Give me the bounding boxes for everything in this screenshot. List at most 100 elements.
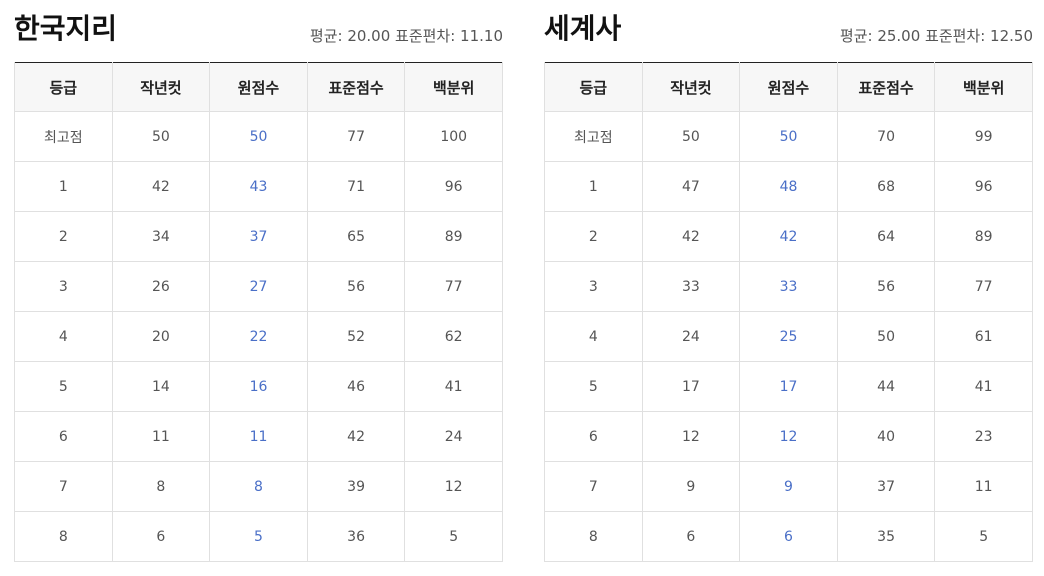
world-history-panel: 세계사 평균: 25.00 표준편차: 12.50 등급 작년컷 원점수 표준점… — [544, 0, 1033, 562]
cell-raw-score: 8 — [209, 461, 308, 512]
cell-grade: 7 — [544, 461, 643, 512]
cell-standard-score: 36 — [307, 511, 406, 562]
table-row: 8 6 6 35 5 — [544, 511, 1033, 562]
cell-percentile: 61 — [934, 311, 1033, 362]
cell-last-year-cut: 6 — [112, 511, 211, 562]
cell-standard-score: 35 — [837, 511, 936, 562]
cell-percentile: 5 — [404, 511, 503, 562]
cell-last-year-cut: 11 — [112, 411, 211, 462]
table-row: 2 34 37 65 89 — [14, 211, 503, 262]
cell-percentile: 99 — [934, 111, 1033, 162]
cell-last-year-cut: 24 — [642, 311, 741, 362]
cell-raw-score: 12 — [739, 411, 838, 462]
cell-standard-score: 71 — [307, 161, 406, 212]
table-row: 6 11 11 42 24 — [14, 411, 503, 462]
cell-last-year-cut: 50 — [112, 111, 211, 162]
cell-percentile: 89 — [934, 211, 1033, 262]
table-row: 3 33 33 56 77 — [544, 261, 1033, 312]
cell-grade: 1 — [14, 161, 113, 212]
grade-cut-table: 등급 작년컷 원점수 표준점수 백분위 최고점 50 50 77 100 1 4 — [14, 62, 503, 562]
cell-raw-score: 9 — [739, 461, 838, 512]
cell-percentile: 12 — [404, 461, 503, 512]
cell-raw-score: 5 — [209, 511, 308, 562]
cell-raw-score: 17 — [739, 361, 838, 412]
cell-standard-score: 70 — [837, 111, 936, 162]
panel-header: 한국지리 평균: 20.00 표준편차: 11.10 — [14, 0, 503, 62]
cell-raw-score: 11 — [209, 411, 308, 462]
cell-standard-score: 39 — [307, 461, 406, 512]
cell-last-year-cut: 8 — [112, 461, 211, 512]
cell-grade: 1 — [544, 161, 643, 212]
table-row: 7 8 8 39 12 — [14, 461, 503, 512]
cell-percentile: 41 — [404, 361, 503, 412]
cell-grade: 최고점 — [14, 111, 113, 162]
cell-grade: 4 — [544, 311, 643, 362]
column-header-last-year-cut: 작년컷 — [112, 62, 211, 112]
cell-raw-score: 6 — [739, 511, 838, 562]
cell-raw-score: 43 — [209, 161, 308, 212]
cell-standard-score: 56 — [307, 261, 406, 312]
table-row: 최고점 50 50 70 99 — [544, 111, 1033, 162]
cell-standard-score: 42 — [307, 411, 406, 462]
cell-grade: 6 — [14, 411, 113, 462]
cell-last-year-cut: 34 — [112, 211, 211, 262]
cell-standard-score: 46 — [307, 361, 406, 412]
cell-standard-score: 64 — [837, 211, 936, 262]
cell-percentile: 100 — [404, 111, 503, 162]
cell-raw-score: 50 — [739, 111, 838, 162]
cell-percentile: 23 — [934, 411, 1033, 462]
column-header-grade: 등급 — [544, 62, 643, 112]
cell-raw-score: 37 — [209, 211, 308, 262]
cell-last-year-cut: 14 — [112, 361, 211, 412]
cell-last-year-cut: 12 — [642, 411, 741, 462]
panel-title: 세계사 — [544, 12, 622, 45]
cell-last-year-cut: 33 — [642, 261, 741, 312]
cell-percentile: 5 — [934, 511, 1033, 562]
cell-standard-score: 50 — [837, 311, 936, 362]
cell-last-year-cut: 9 — [642, 461, 741, 512]
table-row: 5 17 17 44 41 — [544, 361, 1033, 412]
table-row: 1 42 43 71 96 — [14, 161, 503, 212]
cell-grade: 4 — [14, 311, 113, 362]
cell-standard-score: 68 — [837, 161, 936, 212]
column-header-raw-score: 원점수 — [739, 62, 838, 112]
cell-raw-score: 50 — [209, 111, 308, 162]
cell-standard-score: 40 — [837, 411, 936, 462]
cell-percentile: 89 — [404, 211, 503, 262]
cell-grade: 8 — [14, 511, 113, 562]
cell-percentile: 24 — [404, 411, 503, 462]
cell-last-year-cut: 17 — [642, 361, 741, 412]
cell-grade: 6 — [544, 411, 643, 462]
cell-standard-score: 56 — [837, 261, 936, 312]
panel-header: 세계사 평균: 25.00 표준편차: 12.50 — [544, 0, 1033, 62]
column-header-last-year-cut: 작년컷 — [642, 62, 741, 112]
table-row: 2 42 42 64 89 — [544, 211, 1033, 262]
cell-grade: 3 — [544, 261, 643, 312]
column-header-raw-score: 원점수 — [209, 62, 308, 112]
cell-percentile: 11 — [934, 461, 1033, 512]
cell-raw-score: 33 — [739, 261, 838, 312]
column-header-percentile: 백분위 — [404, 62, 503, 112]
table-row: 4 20 22 52 62 — [14, 311, 503, 362]
grade-cut-table: 등급 작년컷 원점수 표준점수 백분위 최고점 50 50 70 99 1 47 — [544, 62, 1033, 562]
cell-percentile: 96 — [934, 161, 1033, 212]
cell-last-year-cut: 47 — [642, 161, 741, 212]
cell-grade: 7 — [14, 461, 113, 512]
cell-raw-score: 25 — [739, 311, 838, 362]
cell-standard-score: 77 — [307, 111, 406, 162]
cell-percentile: 77 — [404, 261, 503, 312]
cell-last-year-cut: 50 — [642, 111, 741, 162]
cell-raw-score: 27 — [209, 261, 308, 312]
cell-percentile: 96 — [404, 161, 503, 212]
panel-title: 한국지리 — [14, 12, 118, 45]
cell-grade: 5 — [14, 361, 113, 412]
korean-geography-panel: 한국지리 평균: 20.00 표준편차: 11.10 등급 작년컷 원점수 표준… — [14, 0, 503, 562]
table-row: 6 12 12 40 23 — [544, 411, 1033, 462]
score-tables-page: 한국지리 평균: 20.00 표준편차: 11.10 등급 작년컷 원점수 표준… — [0, 0, 1044, 576]
table-header-row: 등급 작년컷 원점수 표준점수 백분위 — [14, 62, 503, 112]
cell-raw-score: 22 — [209, 311, 308, 362]
cell-percentile: 77 — [934, 261, 1033, 312]
cell-grade: 최고점 — [544, 111, 643, 162]
cell-raw-score: 42 — [739, 211, 838, 262]
table-row: 최고점 50 50 77 100 — [14, 111, 503, 162]
